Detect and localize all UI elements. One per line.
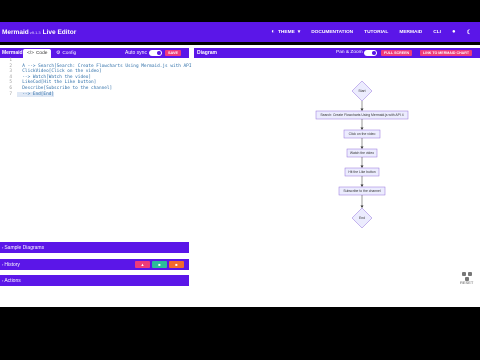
save-button[interactable]: SAVE [165, 50, 182, 56]
nav-documentation[interactable]: DOCUMENTATION [311, 30, 353, 35]
zoom-out-button[interactable] [468, 272, 472, 276]
diagram-panel-title: Diagram [197, 50, 218, 56]
flowchart-svg: Start Search: Create Flowcharts Using Mer… [315, 80, 409, 229]
code-panel-header: Mermaid </> Code ⚙ Config Auto sync SAVE [0, 48, 189, 58]
link-mermaid-chart-button[interactable]: LINK TO MERMAID CHART [420, 50, 473, 56]
tab-code-label: Code [35, 51, 48, 56]
nav-cli[interactable]: CLI [433, 30, 441, 35]
flow-process-label: Watch the video [350, 151, 374, 155]
code-line: 7 --> End[End] [0, 91, 189, 98]
autosync-label: Auto sync [125, 50, 147, 56]
autosync-toggle[interactable] [149, 50, 162, 56]
top-nav-bar: Mermaid v9.1.3 Live Editor ◐ THEME ▾ DOC… [0, 22, 480, 42]
flow-process-label: Hit the Like button [348, 170, 375, 174]
sample-diagrams-section[interactable]: › Sample Diagrams [0, 242, 189, 253]
diagram-panel: Diagram Pan & Zoom FULL SCREEN LINK TO M… [194, 48, 480, 288]
caret-right-icon: › [2, 262, 4, 267]
flow-process-label: Search: Create Flowcharts Using Mermaid.… [320, 113, 403, 117]
save-icon: ■ [158, 262, 161, 267]
flow-arrowhead [360, 184, 364, 187]
history-save-button[interactable]: ■ [152, 261, 167, 268]
tab-code[interactable]: </> Code [23, 49, 52, 58]
diagram-panel-header: Diagram Pan & Zoom FULL SCREEN LINK TO M… [194, 48, 480, 58]
nav-tutorial[interactable]: TUTORIAL [364, 30, 388, 35]
flow-arrowhead [360, 146, 364, 149]
tab-config-label: Config [62, 51, 77, 56]
caret-right-icon: › [2, 278, 4, 283]
history-buttons: ▲ ■ ■ [135, 261, 184, 268]
flow-end-label: End [359, 216, 365, 220]
flow-arrowhead [360, 108, 364, 111]
sample-diagrams-label: Sample Diagrams [4, 244, 45, 251]
line-text: --> End[End] [17, 91, 55, 98]
tab-config[interactable]: ⚙ Config [52, 49, 80, 58]
code-panel: Mermaid </> Code ⚙ Config Auto sync SAVE… [0, 48, 199, 288]
caret-right-icon: › [2, 245, 4, 250]
top-nav: ◐ THEME ▾ DOCUMENTATION TUTORIAL MERMAID… [271, 22, 472, 42]
panzoom-label: Pan & Zoom [336, 50, 363, 55]
zoom-fit-button[interactable] [465, 277, 469, 281]
app-title: Live Editor [42, 28, 77, 36]
fullscreen-button[interactable]: FULL SCREEN [381, 50, 413, 56]
flow-start-label: Start [358, 89, 365, 93]
app-name: Mermaid [2, 28, 29, 36]
code-icon: </> [27, 51, 34, 56]
app-version: v9.1.3 [29, 29, 41, 35]
code-panel-title: Mermaid [2, 50, 23, 56]
diagram-canvas[interactable]: Start Search: Create Flowcharts Using Mer… [194, 58, 480, 288]
theme-menu[interactable]: ◐ THEME ▾ [271, 29, 300, 35]
line-number: 7 [9, 91, 12, 97]
trash-icon: ■ [175, 262, 178, 267]
zoom-in-button[interactable] [462, 272, 466, 276]
github-icon[interactable]: ● [452, 29, 456, 35]
actions-label: Actions [4, 277, 21, 284]
nav-mermaid[interactable]: MERMAID [399, 30, 422, 35]
flow-process-label: Subscribe to the channel [343, 189, 381, 193]
history-timeline-button[interactable]: ▲ [135, 261, 150, 268]
gear-icon: ⚙ [56, 51, 61, 56]
save-button-label: SAVE [168, 51, 179, 55]
fullscreen-label: FULL SCREEN [384, 51, 410, 55]
theme-label: THEME [278, 29, 295, 35]
panzoom-toggle[interactable] [364, 50, 377, 56]
user-icon: ▲ [140, 262, 145, 267]
code-editor[interactable]: 1 2 A --> Search[Search: Create Flowchar… [0, 58, 199, 189]
link-mermaid-chart-label: LINK TO MERMAID CHART [423, 51, 470, 55]
flow-process-label: Click on the video [349, 132, 376, 136]
app-brand[interactable]: Mermaid v9.1.3 Live Editor [2, 29, 76, 36]
history-section[interactable]: › History ▲ ■ ■ [0, 259, 189, 270]
flow-arrowhead [360, 127, 364, 130]
flow-arrowhead [360, 165, 364, 168]
flow-arrowhead [360, 205, 364, 208]
actions-section[interactable]: › Actions [0, 275, 189, 286]
history-label: History [4, 261, 20, 268]
palette-icon: ◐ [271, 29, 275, 35]
history-delete-button[interactable]: ■ [169, 261, 184, 268]
chevron-down-icon: ▾ [297, 29, 301, 35]
moon-icon[interactable]: ☾ [467, 29, 472, 36]
